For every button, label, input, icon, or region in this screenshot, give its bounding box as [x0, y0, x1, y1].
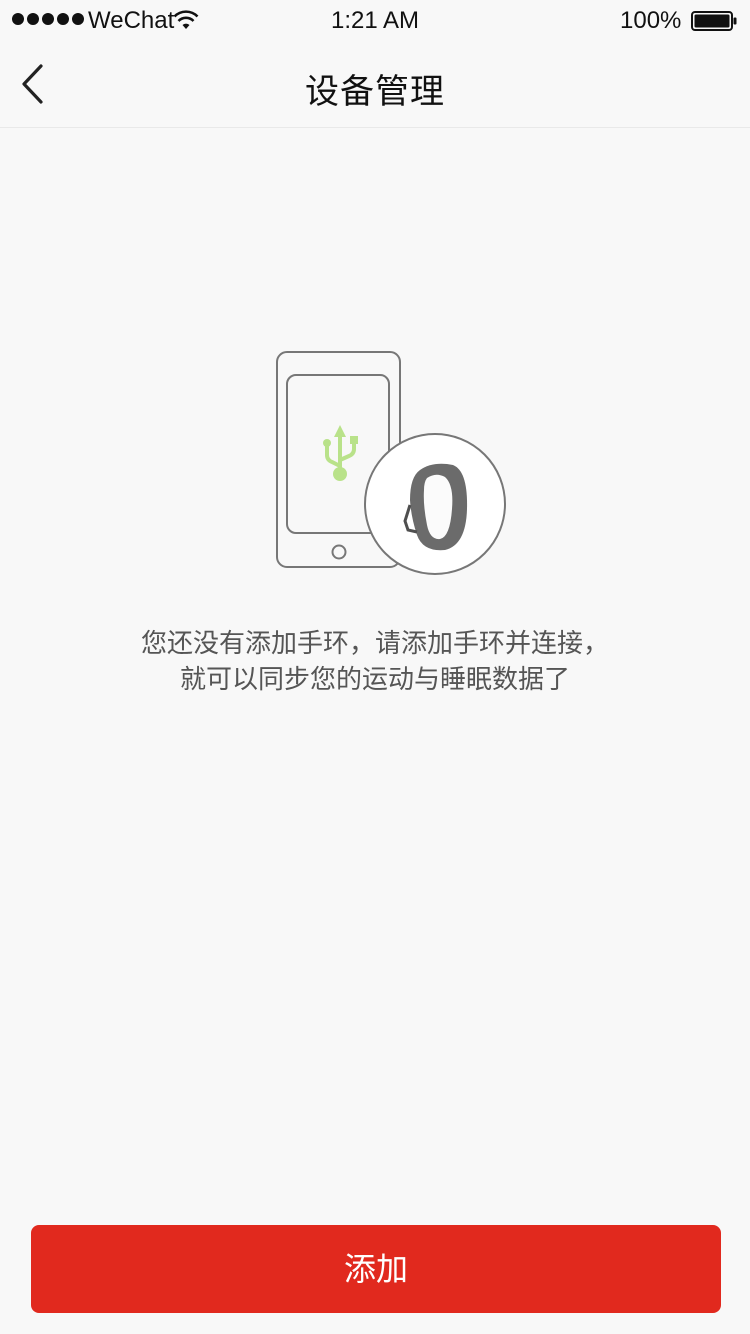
empty-state-line-1: 您还没有添加手环，请添加手环并连接，: [140, 629, 609, 659]
empty-state-line-2: 就可以同步您的运动与睡眠数据了: [179, 665, 570, 695]
battery-percent: 100%: [620, 7, 682, 34]
empty-state-illustration: [270, 345, 510, 580]
page-title: 设备管理: [305, 72, 445, 112]
status-bar: WeChat 1:21 AM 100%: [0, 0, 750, 40]
navigation-bar: 设备管理: [0, 40, 750, 128]
battery-icon: [691, 11, 737, 31]
device-management-screen: WeChat 1:21 AM 100% 设备管理 您还没有添加手环，请添加手环并…: [0, 0, 750, 1334]
empty-state-message: 您还没有添加手环，请添加手环并连接， 就可以同步您的运动与睡眠数据了: [0, 626, 750, 698]
wristband-icon: [364, 433, 506, 575]
usb-icon: [323, 425, 358, 481]
add-button[interactable]: 添加: [31, 1225, 721, 1313]
